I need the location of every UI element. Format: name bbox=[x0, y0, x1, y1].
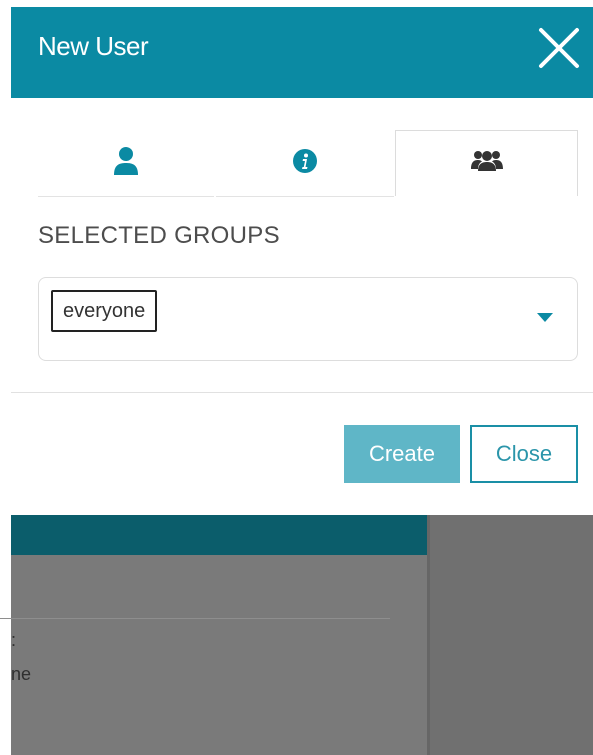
background-app-header bbox=[11, 515, 427, 555]
tab-user-info[interactable] bbox=[216, 130, 394, 197]
selected-groups-label: SELECTED GROUPS bbox=[38, 222, 280, 249]
group-chip-everyone[interactable]: everyone bbox=[51, 290, 158, 332]
background-app bbox=[11, 515, 593, 755]
close-button[interactable]: Close bbox=[470, 425, 578, 483]
user-icon bbox=[113, 146, 139, 181]
info-icon bbox=[292, 148, 318, 179]
tab-bar bbox=[38, 130, 578, 197]
caret-down-icon[interactable] bbox=[537, 313, 553, 322]
background-text-1: : bbox=[11, 630, 17, 650]
background-app-sidebar bbox=[427, 515, 593, 755]
groups-select[interactable]: everyone bbox=[38, 277, 578, 361]
close-x-icon[interactable] bbox=[536, 25, 582, 71]
footer-divider bbox=[11, 392, 593, 393]
tab-user-details[interactable] bbox=[38, 130, 214, 197]
group-icon bbox=[470, 149, 504, 178]
tab-user-groups[interactable] bbox=[395, 130, 578, 196]
background-text-2: ne bbox=[11, 664, 32, 684]
background-app-panel bbox=[11, 555, 427, 755]
dialog-title: New User bbox=[38, 31, 149, 61]
dialog-header: New User bbox=[11, 7, 593, 98]
new-user-dialog: New User SELECTED GROUPS everyone Create… bbox=[11, 7, 593, 515]
create-button[interactable]: Create bbox=[344, 425, 460, 483]
background-divider bbox=[0, 618, 390, 619]
